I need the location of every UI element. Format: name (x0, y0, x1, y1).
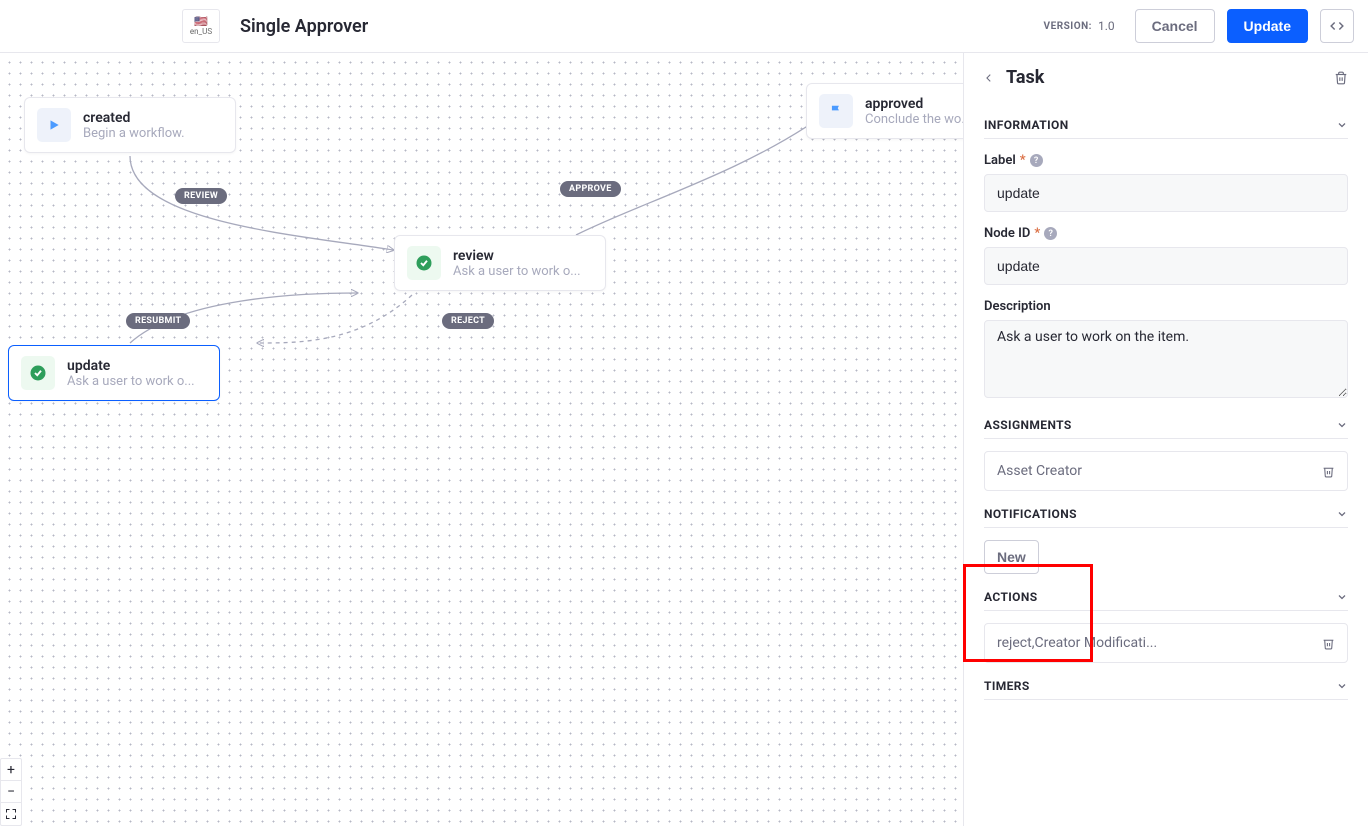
locale-selector[interactable]: 🇺🇸 en_US (182, 9, 220, 43)
code-icon (1330, 19, 1344, 33)
node-desc: Begin a workflow. (83, 126, 223, 141)
node-desc: Ask a user to work o... (67, 374, 207, 389)
action-label: reject,Creator Modificati... (997, 635, 1322, 651)
locale-flag-icon: 🇺🇸 (194, 16, 208, 27)
edges-layer (0, 53, 963, 826)
chevron-down-icon (1336, 508, 1348, 520)
section-header-notifications[interactable]: NOTIFICATIONS (984, 501, 1348, 528)
locale-code: en_US (190, 27, 212, 36)
chevron-left-icon (984, 71, 994, 85)
version-label: VERSION: (1044, 21, 1092, 32)
required-mark: * (1034, 226, 1040, 241)
properties-sidebar: Task INFORMATION Label * ? Node ID * ? (963, 53, 1368, 826)
delete-node-button[interactable] (1334, 71, 1348, 85)
section-actions: ACTIONS reject,Creator Modificati... (964, 584, 1368, 663)
node-title: update (67, 358, 207, 374)
zoom-fit-button[interactable] (1, 803, 21, 825)
description-input[interactable] (984, 320, 1348, 398)
action-item[interactable]: reject,Creator Modificati... (984, 623, 1348, 663)
assignment-item[interactable]: Asset Creator (984, 451, 1348, 491)
trash-icon (1322, 637, 1335, 650)
section-title: NOTIFICATIONS (984, 507, 1336, 521)
required-mark: * (1020, 153, 1026, 168)
zoom-controls: + − (0, 758, 22, 826)
section-title: ACTIONS (984, 590, 1336, 604)
chevron-down-icon (1336, 680, 1348, 692)
help-icon[interactable]: ? (1030, 154, 1043, 167)
update-button[interactable]: Update (1227, 9, 1308, 43)
edge-label-approve[interactable]: APPROVE (560, 181, 621, 197)
delete-assignment-button[interactable] (1322, 465, 1335, 478)
section-title: TIMERS (984, 679, 1336, 693)
check-icon (407, 246, 441, 280)
expand-icon (5, 808, 17, 820)
edge-label-reject[interactable]: REJECT (442, 313, 494, 329)
node-title: review (453, 248, 593, 264)
app-header: 🇺🇸 en_US Single Approver VERSION: 1.0 Ca… (0, 0, 1368, 53)
node-title: created (83, 110, 223, 126)
label-text: Node ID (984, 226, 1030, 241)
nodeid-label: Node ID * ? (984, 226, 1348, 241)
delete-action-button[interactable] (1322, 637, 1335, 650)
field-node-id: Node ID * ? (984, 226, 1348, 285)
node-created[interactable]: created Begin a workflow. (24, 97, 236, 153)
label-label: Label * ? (984, 153, 1348, 168)
check-icon (21, 356, 55, 390)
source-view-button[interactable] (1320, 9, 1354, 43)
chevron-down-icon (1336, 419, 1348, 431)
edge-label-resubmit[interactable]: RESUBMIT (126, 313, 190, 329)
workflow-canvas[interactable]: REVIEW APPROVE REJECT RESUBMIT created B… (0, 53, 963, 826)
chevron-down-icon (1336, 119, 1348, 131)
description-label: Description (984, 299, 1348, 314)
section-timers: TIMERS (964, 673, 1368, 700)
nodeid-input[interactable] (984, 247, 1348, 285)
node-update[interactable]: update Ask a user to work o... (8, 345, 220, 401)
label-text: Label (984, 153, 1016, 168)
help-icon[interactable]: ? (1044, 227, 1057, 240)
section-notifications: NOTIFICATIONS New (964, 501, 1368, 574)
section-header-actions[interactable]: ACTIONS (984, 584, 1348, 611)
assignment-label: Asset Creator (997, 463, 1322, 479)
label-text: Description (984, 299, 1051, 314)
flag-icon (819, 94, 853, 128)
trash-icon (1334, 71, 1348, 85)
section-header-assignments[interactable]: ASSIGNMENTS (984, 412, 1348, 439)
zoom-in-button[interactable]: + (1, 759, 21, 781)
trash-icon (1322, 465, 1335, 478)
node-review[interactable]: review Ask a user to work o... (394, 235, 606, 291)
label-input[interactable] (984, 174, 1348, 212)
section-title: ASSIGNMENTS (984, 418, 1336, 432)
field-label: Label * ? (984, 153, 1348, 212)
start-icon (37, 108, 71, 142)
version-value: 1.0 (1098, 19, 1115, 33)
section-title: INFORMATION (984, 118, 1336, 132)
field-description: Description (984, 299, 1348, 402)
section-assignments: ASSIGNMENTS Asset Creator (964, 412, 1368, 491)
new-notification-button[interactable]: New (984, 540, 1039, 574)
node-desc: Ask a user to work o... (453, 264, 593, 279)
node-approved[interactable]: approved Conclude the wo... (806, 83, 963, 139)
node-title: approved (865, 96, 963, 112)
section-header-timers[interactable]: TIMERS (984, 673, 1348, 700)
cancel-button[interactable]: Cancel (1135, 9, 1215, 43)
section-header-information[interactable]: INFORMATION (984, 112, 1348, 139)
sidebar-title: Task (1006, 67, 1334, 88)
edge-label-review[interactable]: REVIEW (175, 188, 227, 204)
section-information: INFORMATION Label * ? Node ID * ? Descr (964, 112, 1368, 402)
zoom-out-button[interactable]: − (1, 781, 21, 803)
back-button[interactable] (984, 71, 1004, 85)
workflow-title: Single Approver (240, 16, 368, 37)
sidebar-header: Task (964, 53, 1368, 102)
node-desc: Conclude the wo... (865, 112, 963, 127)
chevron-down-icon (1336, 591, 1348, 603)
